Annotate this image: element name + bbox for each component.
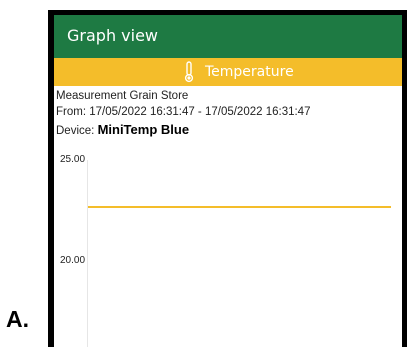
date-range: From: 17/05/2022 16:31:47 - 17/05/2022 1… [56,106,311,118]
app-screen: Graph view Temperature Measurement Grain… [54,15,402,347]
device-row: Device: MiniTemp Blue [56,122,189,137]
phone-frame: Graph view Temperature Measurement Grain… [48,10,407,347]
tab-label: Temperature [205,64,294,80]
app-bar: Graph view [54,15,402,58]
tab-temperature[interactable]: Temperature [54,58,402,86]
figure-label: A. [6,306,29,332]
y-tick-label: 20.00 [60,255,86,266]
page-title: Graph view [67,26,159,45]
series-line [88,206,391,208]
thermometer-icon [184,61,194,83]
y-axis [87,160,88,347]
y-tick-label: 25.00 [60,154,86,165]
device-prefix: Device: [56,125,95,137]
measurement-name: Measurement Grain Store [56,90,189,102]
device-name: MiniTemp Blue [97,122,190,137]
